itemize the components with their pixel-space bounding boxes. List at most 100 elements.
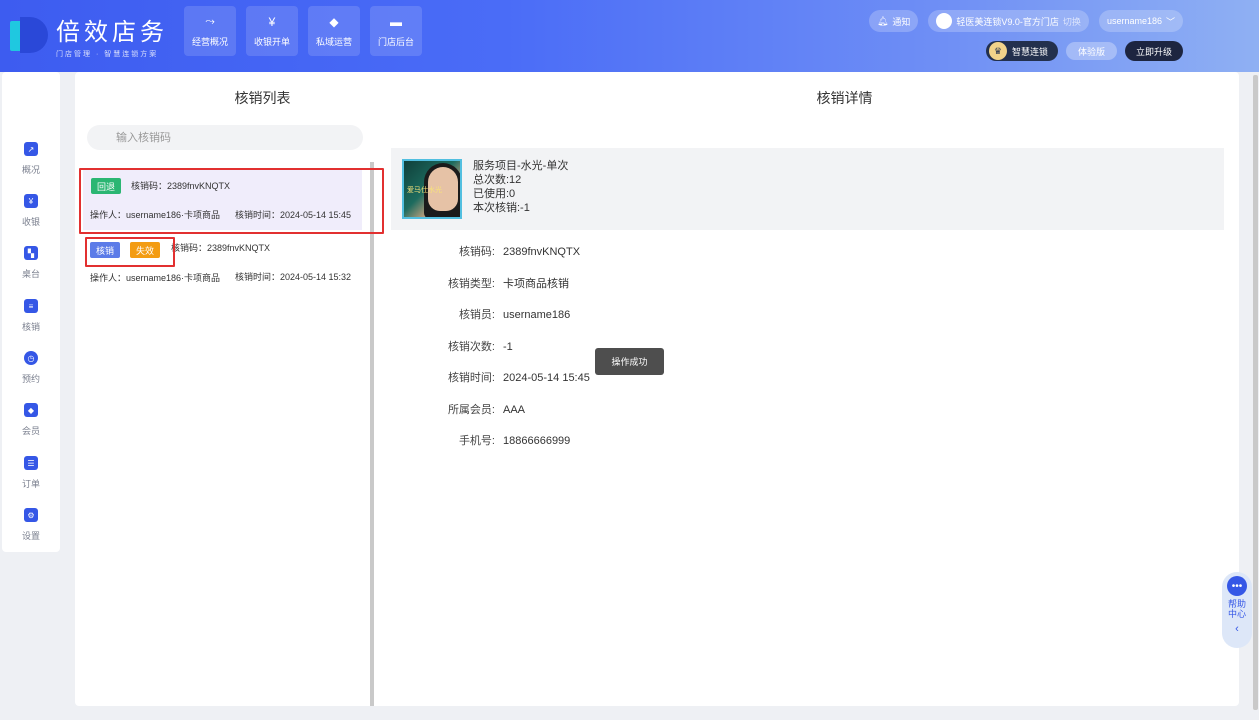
nav-private-ops-label: 私域运营 xyxy=(315,36,352,47)
chevron-down-icon: ﹀ xyxy=(1165,16,1175,27)
product-this-time: 本次核销:-1 xyxy=(473,202,530,214)
sidebar-item-label: 预约 xyxy=(21,374,40,384)
list-item[interactable]: 回退 核销码：2389fnvKNQTX 操作人：username186·卡项商品… xyxy=(83,170,362,230)
sidebar-item-label: 桌台 xyxy=(21,269,40,279)
notify-button[interactable]: 🔔︎ 通知 xyxy=(868,10,919,32)
bell-icon: 🔔︎ xyxy=(876,15,889,26)
smart-chain-label: 智慧连锁 xyxy=(1011,46,1048,57)
sidebar-item-label: 会员 xyxy=(21,426,40,436)
sidebar: ↗ 概况 ¥ 收银 ▚ 桌台 ≡ 核销 ◷ 预约 ◆ 会员 ☰ 订单 ⚙ 设置 xyxy=(2,72,60,552)
logo[interactable]: 倍效店务 门店管理 · 智慧连锁方案 xyxy=(10,12,168,59)
record-time: 核销时间：2024-05-14 15:45 xyxy=(235,210,352,220)
verify-icon: ≡ xyxy=(24,299,38,313)
sidebar-item-table[interactable]: ▚ 桌台 xyxy=(2,246,60,280)
nav-overview-label: 经营概况 xyxy=(191,36,228,47)
detail-value: 2389fnvKNQTX xyxy=(503,246,581,258)
detail-value: 卡项商品核销 xyxy=(503,278,569,290)
logo-title: 倍效店务 xyxy=(56,18,168,46)
product-image: 爱马仕水光 xyxy=(402,159,462,219)
help-center-button[interactable]: ••• 帮助 中心 ‹ xyxy=(1222,572,1252,648)
top-nav: ⤳ 经营概况 ¥ 收银开单 ◆ 私域运营 ▬ 门店后台 xyxy=(184,6,422,56)
product-total: 总次数:12 xyxy=(473,174,522,186)
trial-badge: 体验版 xyxy=(1065,42,1117,60)
detail-key: 核销员: xyxy=(458,309,495,321)
switch-label: 切换 xyxy=(1062,16,1081,27)
table-icon: ▚ xyxy=(24,246,38,260)
sidebar-item-label: 收银 xyxy=(21,217,40,227)
detail-key: 核销类型: xyxy=(447,278,495,290)
chart-icon: ↗ xyxy=(24,142,38,156)
store-avatar xyxy=(936,13,953,29)
detail-row-count: 核销次数: -1 xyxy=(391,338,513,354)
detail-row-type: 核销类型: 卡项商品核销 xyxy=(391,275,569,291)
rollback-tag: 回退 xyxy=(91,178,122,194)
record-operator: 操作人：username186·卡项商品 xyxy=(90,273,221,283)
notify-label: 通知 xyxy=(892,16,911,27)
nav-store-admin-label: 门店后台 xyxy=(377,36,414,47)
detail-value: username186 xyxy=(503,309,571,321)
help-label-1: 帮助 xyxy=(1227,599,1246,609)
detail-value: 18866666999 xyxy=(503,435,571,447)
store-switcher[interactable]: 轻医美连锁V9.0-官方门店 切换 xyxy=(928,10,1089,32)
detail-value: 2024-05-14 15:45 xyxy=(503,372,590,384)
detail-row-staff: 核销员: username186 xyxy=(391,306,570,322)
detail-key: 所属会员: xyxy=(447,404,495,416)
cashier-icon: ¥ xyxy=(268,14,276,29)
store-name: 轻医美连锁V9.0-官方门店 xyxy=(956,16,1059,27)
nav-private-ops[interactable]: ◆ 私域运营 xyxy=(308,6,360,56)
detail-key: 手机号: xyxy=(458,435,495,447)
sidebar-item-settings[interactable]: ⚙ 设置 xyxy=(2,508,60,542)
store-icon: ▬ xyxy=(390,14,402,29)
success-toast: 操作成功 xyxy=(595,348,664,375)
product-image-text: 爱马仕水光 xyxy=(407,187,442,194)
record-code: 核销码：2389fnvKNQTX xyxy=(131,181,231,191)
sidebar-item-label: 设置 xyxy=(21,531,40,541)
nav-store-admin[interactable]: ▬ 门店后台 xyxy=(370,6,422,56)
logo-subtitle: 门店管理 · 智慧连锁方案 xyxy=(56,51,159,58)
chat-icon: ••• xyxy=(1227,576,1247,596)
user-menu[interactable]: username186 ﹀ xyxy=(1098,10,1183,32)
list-scrollbar[interactable] xyxy=(370,162,374,706)
detail-row-code: 核销码: 2389fnvKNQTX xyxy=(391,243,580,259)
nav-cashier-label: 收银开单 xyxy=(253,36,290,47)
upgrade-button[interactable]: 立即升级 xyxy=(1124,41,1183,61)
detail-row-member: 所属会员: AAA xyxy=(391,401,525,417)
record-operator: 操作人：username186·卡项商品 xyxy=(90,210,221,220)
trend-icon: ⤳ xyxy=(205,14,215,28)
top-header: 倍效店务 门店管理 · 智慧连锁方案 ⤳ 经营概况 ¥ 收银开单 ◆ 私域运营 … xyxy=(0,0,1259,72)
detail-key: 核销时间: xyxy=(447,372,495,384)
sidebar-item-label: 订单 xyxy=(21,479,40,489)
diamond-icon: ◆ xyxy=(329,14,339,29)
page-scrollbar[interactable] xyxy=(1253,75,1258,710)
sidebar-item-label: 核销 xyxy=(21,322,40,332)
crown-icon: ♛ xyxy=(988,42,1007,60)
sidebar-item-member[interactable]: ◆ 会员 xyxy=(2,403,60,437)
smart-chain-badge[interactable]: ♛ 智慧连锁 xyxy=(985,41,1058,61)
sidebar-item-cashier[interactable]: ¥ 收银 xyxy=(2,194,60,228)
vip-icon: ◆ xyxy=(24,403,38,417)
cashier-icon: ¥ xyxy=(24,194,38,208)
detail-key: 核销码: xyxy=(458,246,495,258)
detail-row-time: 核销时间: 2024-05-14 15:45 xyxy=(391,369,590,385)
list-title: 核销列表 xyxy=(234,90,291,106)
product-used: 已使用:0 xyxy=(473,188,516,200)
clock-icon: ◷ xyxy=(24,351,38,365)
detail-key: 核销次数: xyxy=(447,341,495,353)
verify-tag: 核销 xyxy=(90,242,121,258)
search-input[interactable] xyxy=(87,125,363,150)
nav-cashier[interactable]: ¥ 收银开单 xyxy=(246,6,298,56)
nav-overview[interactable]: ⤳ 经营概况 xyxy=(184,6,236,56)
settings-icon: ⚙ xyxy=(24,508,38,522)
detail-row-phone: 手机号: 18866666999 xyxy=(391,432,570,448)
sidebar-item-overview[interactable]: ↗ 概况 xyxy=(2,142,60,176)
sidebar-item-order[interactable]: ☰ 订单 xyxy=(2,456,60,490)
chevron-left-icon: ‹ xyxy=(1235,623,1239,635)
detail-value: AAA xyxy=(503,404,526,416)
record-time: 核销时间：2024-05-14 15:32 xyxy=(235,272,352,282)
sidebar-item-appointment[interactable]: ◷ 预约 xyxy=(2,351,60,385)
sidebar-item-verify[interactable]: ≡ 核销 xyxy=(2,299,60,333)
list-item[interactable]: 核销 失效 核销码：2389fnvKNQTX 操作人：username186·卡… xyxy=(83,237,362,287)
detail-value: -1 xyxy=(503,341,513,353)
logo-mark xyxy=(10,16,48,55)
help-label-2: 中心 xyxy=(1227,609,1246,619)
